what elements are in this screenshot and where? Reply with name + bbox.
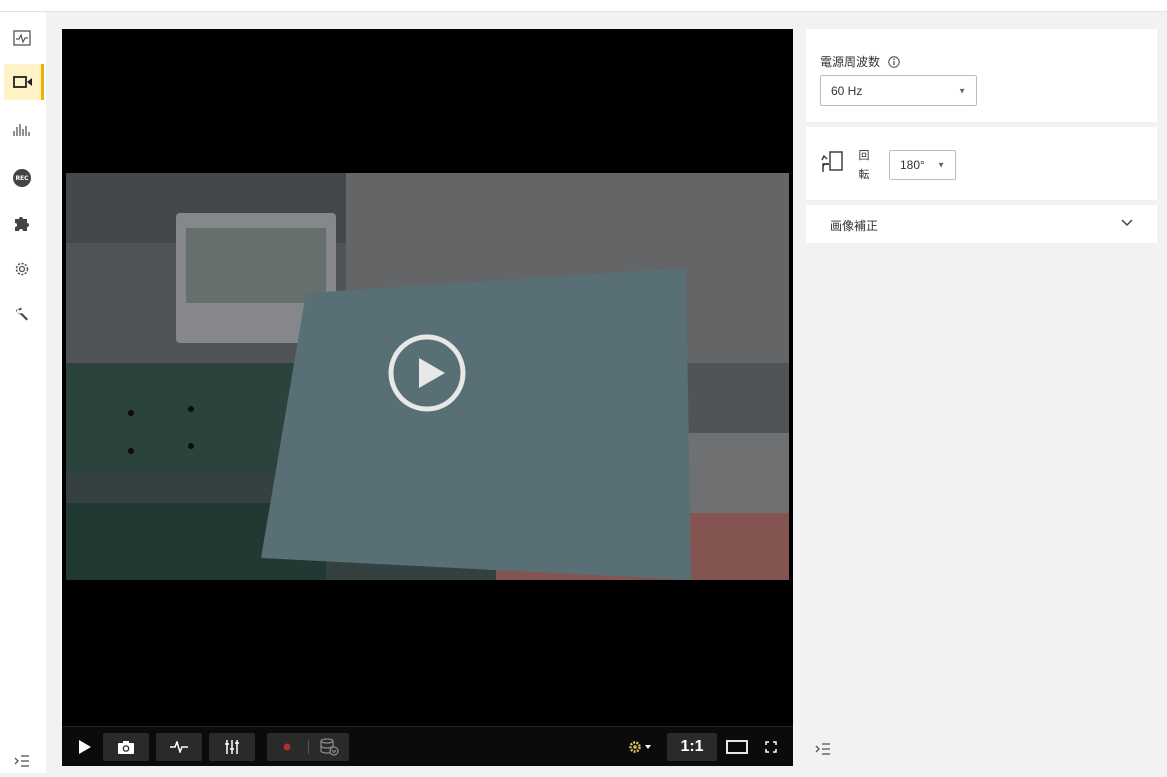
ratio-button[interactable]: 1:1 [667, 733, 717, 761]
storage-button[interactable] [309, 733, 349, 761]
snapshot-button[interactable] [103, 733, 149, 761]
histogram-icon [13, 124, 30, 136]
rotation-label-bottom: 転 [858, 169, 870, 181]
chevron-down-icon [1121, 219, 1133, 227]
rec-icon: REC [13, 169, 31, 187]
record-dot-icon [283, 743, 291, 751]
sidebar-item-tools[interactable] [6, 298, 38, 330]
sidebar-item-camera[interactable] [4, 64, 44, 100]
rotation-label-top: 回 [858, 150, 870, 162]
monitor-chart-icon [13, 30, 31, 46]
screen-icon [726, 740, 748, 754]
sidebar-item-settings[interactable] [6, 253, 38, 285]
video-frame[interactable] [66, 173, 789, 580]
power-frequency-label: 電源周波数 [820, 55, 881, 69]
sidebar-item-rec[interactable]: REC [6, 162, 38, 194]
wrench-icon [16, 307, 28, 321]
database-download-icon [320, 738, 339, 756]
adjust-button[interactable] [209, 733, 255, 761]
video-controls: 1:1 [62, 726, 793, 766]
video-camera-icon [12, 76, 32, 88]
sliders-icon [225, 740, 239, 754]
sidebar-collapse-button[interactable] [6, 745, 38, 777]
sidebar-item-extensions[interactable] [6, 207, 38, 239]
image-correction-label: 画像補正 [830, 219, 879, 233]
caret-down-icon: ▼ [937, 160, 945, 170]
rotation-label: 回 転 [858, 147, 870, 185]
waveform-button[interactable] [156, 733, 202, 761]
sidebar-item-monitor[interactable] [6, 22, 38, 54]
gear-icon [15, 262, 29, 276]
power-frequency-value: 60 Hz [831, 83, 863, 98]
panel-collapse-button[interactable] [811, 739, 835, 759]
record-storage-group [267, 733, 349, 761]
fullscreen-icon [765, 741, 777, 753]
info-icon[interactable] [888, 55, 900, 68]
collapse-menu-icon [14, 755, 29, 767]
rotate-icon [821, 151, 843, 172]
sidebar: REC [0, 12, 46, 773]
settings-dropdown-button[interactable] [620, 733, 662, 761]
video-panel: 1:1 [62, 29, 793, 766]
screen-mode-button[interactable] [722, 733, 752, 761]
fullscreen-button[interactable] [759, 733, 783, 761]
sidebar-item-histogram[interactable] [6, 113, 38, 145]
pulse-icon [170, 741, 188, 753]
image-correction-header[interactable]: 画像補正 [806, 205, 1157, 243]
power-frequency-select[interactable]: 60 Hz ▼ [820, 75, 977, 106]
rotation-value: 180° [900, 158, 925, 172]
play-button[interactable] [74, 733, 96, 761]
play-overlay-icon[interactable] [387, 333, 467, 413]
rotation-select[interactable]: 180° ▼ [889, 150, 956, 180]
ratio-label: 1:1 [680, 738, 704, 755]
puzzle-icon [15, 217, 29, 231]
top-bar [0, 0, 1167, 12]
camera-icon [118, 740, 134, 754]
gear-dropdown-icon [629, 741, 651, 753]
caret-down-icon: ▼ [958, 86, 966, 95]
record-button[interactable] [267, 733, 307, 761]
play-icon [79, 740, 91, 754]
collapse-menu-icon [815, 743, 830, 755]
